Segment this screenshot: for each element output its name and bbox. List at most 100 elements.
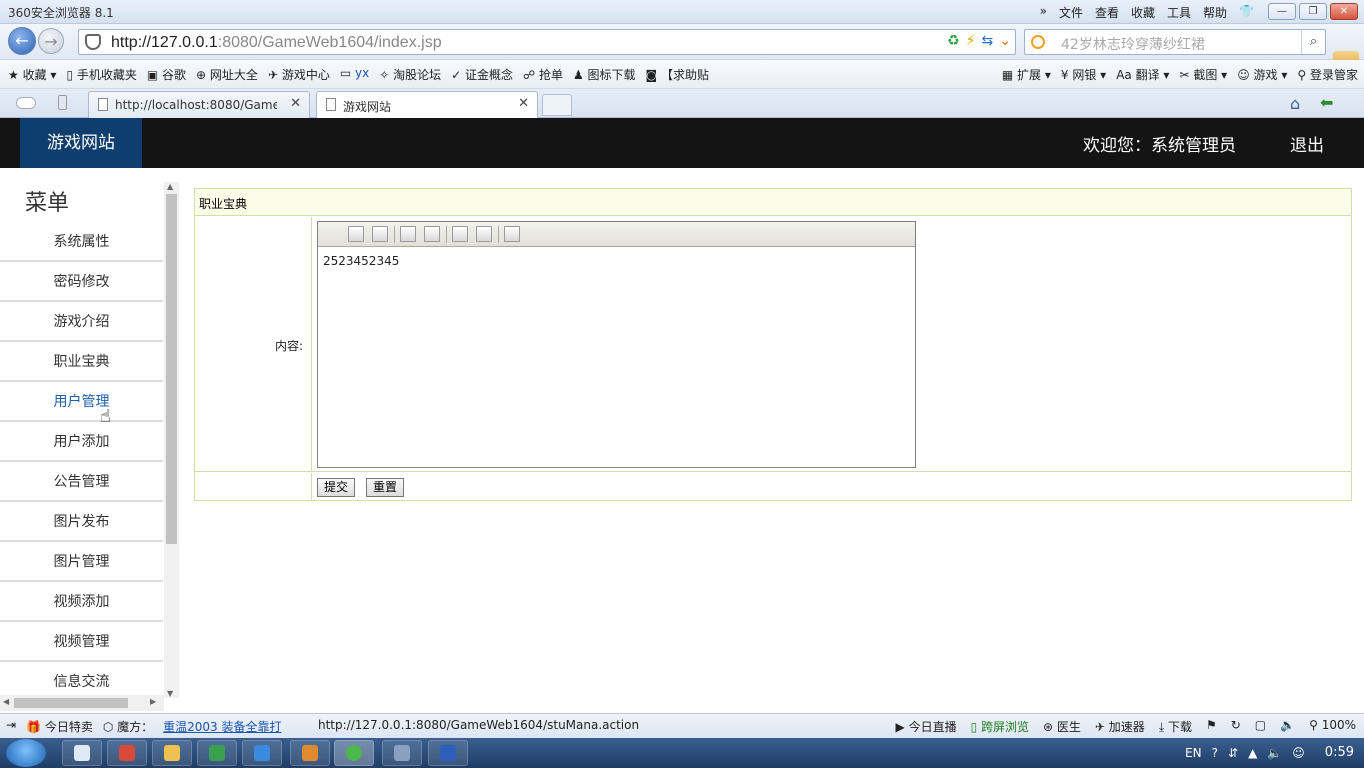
taskbar-app-word[interactable] <box>428 740 468 766</box>
editor-table-icon[interactable] <box>424 226 440 242</box>
menu-file[interactable]: 文件 <box>1059 4 1083 21</box>
editor-media-icon[interactable] <box>476 226 492 242</box>
close-tab-icon[interactable]: ✕ <box>518 96 529 111</box>
taskbar-app-360browser[interactable] <box>334 740 374 766</box>
user-icon[interactable]: ☺ <box>1292 746 1305 760</box>
fav-sites[interactable]: ⊕ 网址大全 <box>196 66 258 83</box>
tray-expand-icon[interactable]: ▲ <box>1248 746 1257 760</box>
tab-game-site[interactable]: 游戏网站 ✕ <box>316 91 538 118</box>
accelerator-button[interactable]: ✈ 加速器 <box>1095 718 1145 735</box>
home-icon[interactable]: ⌂ <box>1290 94 1300 113</box>
screenshot-button[interactable]: ✂ 截图 ▾ <box>1179 66 1227 83</box>
menu-expand-icon[interactable]: » <box>1040 4 1047 21</box>
back-button[interactable]: ← <box>8 27 36 55</box>
skin-shirt-icon[interactable]: 👕 <box>1239 4 1254 21</box>
phone-icon[interactable] <box>58 95 67 110</box>
taskbar-app-tool[interactable] <box>382 740 422 766</box>
menu-item-video-add[interactable]: 视频添加 <box>0 582 163 622</box>
input-language[interactable]: EN <box>1185 746 1202 760</box>
logout-link[interactable]: 退出 <box>1290 131 1324 156</box>
menu-help[interactable]: 帮助 <box>1203 4 1227 21</box>
menu-view[interactable]: 查看 <box>1095 4 1119 21</box>
scroll-up-icon[interactable]: ▲ <box>167 182 173 191</box>
taskbar-app-red[interactable] <box>107 740 147 766</box>
cross-screen-button[interactable]: ▯ 跨屏浏览 <box>971 718 1029 735</box>
fav-mobile[interactable]: ▯ 手机收藏夹 <box>66 66 136 83</box>
scrollbar-thumb[interactable] <box>14 698 128 708</box>
menu-item-user-add[interactable]: 用户添加 <box>0 422 163 462</box>
editor-table-icon[interactable] <box>400 226 416 242</box>
submit-button[interactable]: 提交 <box>317 478 356 497</box>
site-brand[interactable]: 游戏网站 <box>20 118 142 168</box>
editor-media-icon[interactable] <box>452 226 468 242</box>
close-window-button[interactable]: ✕ <box>1330 3 1358 20</box>
flag-icon[interactable]: ⚑ <box>1206 718 1217 735</box>
today-special[interactable]: 🎁 今日特卖 <box>26 718 93 735</box>
fav-google[interactable]: ▣ 谷歌 <box>147 66 186 83</box>
fav-help-post[interactable]: ◙ 【求助贴 <box>646 66 709 83</box>
sidebar-horizontal-scrollbar[interactable]: ◀ ▶ <box>0 695 164 711</box>
fav-zhengjin[interactable]: ✓ 证金概念 <box>451 66 513 83</box>
menu-item-notice-manage[interactable]: 公告管理 <box>0 462 163 502</box>
fav-favorites[interactable]: ★ 收藏 ▾ <box>8 66 56 83</box>
editor-image-icon[interactable] <box>348 226 364 242</box>
mofang-label[interactable]: ⬡ 魔方： <box>103 718 153 735</box>
refresh-green-icon[interactable]: ♻ <box>947 33 960 49</box>
games-button[interactable]: ☺ 游戏 ▾ <box>1237 66 1287 83</box>
start-button[interactable] <box>6 739 46 767</box>
sidebar-vertical-scrollbar[interactable]: ▲ ▼ <box>164 182 179 698</box>
download-button[interactable]: ⤓ 下载 <box>1159 718 1192 735</box>
speaker-icon[interactable]: 🔈 <box>1267 746 1282 760</box>
reset-button[interactable]: 重置 <box>366 478 405 497</box>
fav-icon-download[interactable]: ♟ 图标下载 <box>573 66 636 83</box>
rich-text-editor[interactable]: 2523452345 <box>317 221 916 468</box>
online-banking-button[interactable]: ¥ 网银 ▾ <box>1061 66 1106 83</box>
menu-item-career-guide[interactable]: 职业宝典 <box>0 342 163 382</box>
taskbar-app-explorer-window[interactable] <box>62 740 102 766</box>
taskbar-app-folder[interactable] <box>152 740 192 766</box>
window-icon[interactable]: ▢ <box>1255 718 1266 735</box>
menu-item-image-manage[interactable]: 图片管理 <box>0 542 163 582</box>
fav-qiangdan[interactable]: ☍ 抢单 <box>523 66 563 83</box>
switch-engine-icon[interactable]: ⇆ <box>982 33 994 49</box>
zoom-level[interactable]: ⚲ 100% <box>1309 718 1356 735</box>
network-icon[interactable]: ⇵ <box>1228 746 1238 760</box>
address-input[interactable]: http://127.0.0.1:8080/GameWeb1604/index.… <box>78 29 1016 55</box>
menu-item-video-manage[interactable]: 视频管理 <box>0 622 163 662</box>
taskbar-app-green[interactable] <box>197 740 237 766</box>
promo-link[interactable]: 重温2003 装备全靠打 <box>163 718 281 735</box>
editor-image-icon[interactable] <box>372 226 388 242</box>
live-button[interactable]: ▶ 今日直播 <box>896 718 957 735</box>
editor-source-icon[interactable] <box>504 226 520 242</box>
refresh-icon[interactable]: ↻ <box>1231 718 1241 735</box>
doctor-button[interactable]: ⊛ 医生 <box>1043 718 1081 735</box>
fav-taogu[interactable]: ✧ 淘股论坛 <box>379 66 441 83</box>
menu-favorites[interactable]: 收藏 <box>1131 4 1155 21</box>
search-input[interactable]: 42岁林志玲穿薄纱红裙 <box>1061 34 1205 54</box>
extensions-button[interactable]: ▦ 扩展 ▾ <box>1002 66 1051 83</box>
volume-icon[interactable]: 🔈 <box>1280 718 1295 735</box>
search-box[interactable]: 42岁林志玲穿薄纱红裙 ⌕ <box>1024 29 1326 55</box>
scroll-down-icon[interactable]: ▼ <box>167 689 173 698</box>
scroll-left-icon[interactable]: ◀ <box>3 697 9 706</box>
help-icon[interactable]: ? <box>1212 746 1218 760</box>
menu-item-image-publish[interactable]: 图片发布 <box>0 502 163 542</box>
new-tab-button[interactable] <box>542 94 572 116</box>
search-icon[interactable]: ⌕ <box>1301 30 1325 54</box>
taskbar-app-ie[interactable] <box>242 740 282 766</box>
menu-item-game-intro[interactable]: 游戏介绍 <box>0 302 163 342</box>
scroll-right-icon[interactable]: ▶ <box>150 697 156 706</box>
cloud-icon[interactable] <box>16 97 36 109</box>
lightning-icon[interactable]: ⚡ <box>966 33 976 49</box>
forward-button[interactable]: → <box>38 28 64 54</box>
menu-item-system-properties[interactable]: 系统属性 <box>0 222 163 262</box>
sidebar-toggle-icon[interactable]: ⇥ <box>6 718 16 735</box>
taskbar-app-orange[interactable] <box>290 740 330 766</box>
fav-yx[interactable]: ▭ yx <box>340 66 369 83</box>
close-tab-icon[interactable]: ✕ <box>290 96 301 111</box>
menu-item-password[interactable]: 密码修改 <box>0 262 163 302</box>
menu-item-user-manage[interactable]: 用户管理 <box>0 382 163 422</box>
fav-game-center[interactable]: ✈ 游戏中心 <box>268 66 330 83</box>
menu-tools[interactable]: 工具 <box>1167 4 1191 21</box>
minimize-button[interactable]: — <box>1268 3 1296 20</box>
